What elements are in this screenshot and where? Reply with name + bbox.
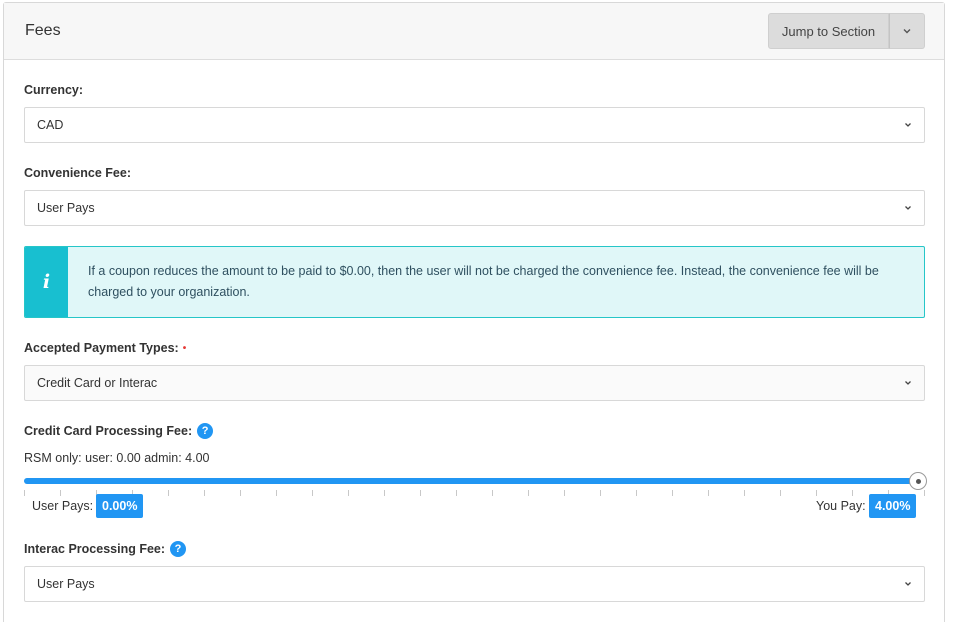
slider-tick	[348, 490, 349, 496]
chevron-down-icon	[905, 206, 911, 210]
panel-title: Fees	[25, 22, 61, 39]
slider-tick	[672, 490, 673, 496]
credit-card-fee-label: Credit Card Processing Fee: ?	[24, 423, 214, 439]
slider-tick	[204, 490, 205, 496]
chevron-down-icon	[905, 381, 911, 385]
info-text: If a coupon reduces the amount to be pai…	[88, 264, 879, 299]
slider-tick	[492, 490, 493, 496]
convenience-fee-label-text: Convenience Fee:	[24, 166, 131, 180]
you-pay-value-badge: 4.00%	[869, 494, 917, 518]
convenience-fee-select[interactable]: User Pays	[24, 190, 925, 226]
slider-tick	[924, 490, 925, 496]
payment-types-label-text: Accepted Payment Types:	[24, 341, 179, 355]
interac-fee-label: Interac Processing Fee: ?	[24, 541, 187, 557]
slider-tick	[564, 490, 565, 496]
slider-tick	[708, 490, 709, 496]
slider-tick	[384, 490, 385, 496]
slider-tick	[24, 490, 25, 496]
currency-select[interactable]: CAD	[24, 107, 925, 143]
user-pays-value-badge: 0.00%	[96, 494, 144, 518]
chevron-down-icon	[905, 582, 911, 586]
slider-tick	[168, 490, 169, 496]
chevron-down-icon	[903, 29, 911, 34]
jump-to-section-group: Jump to Section	[768, 13, 925, 49]
slider-tick	[816, 490, 817, 496]
slider-tick	[780, 490, 781, 496]
slider-tick	[420, 490, 421, 496]
slider-tick	[852, 490, 853, 496]
interac-fee-select-value: User Pays	[37, 577, 95, 591]
slider-tick	[528, 490, 529, 496]
slider-tick	[276, 490, 277, 496]
slider-tick	[744, 490, 745, 496]
you-pay-label: You Pay:	[816, 499, 866, 513]
payment-types-select-value: Credit Card or Interac	[37, 376, 158, 390]
coupon-info-alert: i If a coupon reduces the amount to be p…	[24, 246, 925, 318]
convenience-fee-select-value: User Pays	[37, 201, 95, 215]
user-pays-label: User Pays:	[32, 499, 94, 513]
payment-types-label: Accepted Payment Types: •	[24, 341, 186, 355]
chevron-down-icon	[905, 123, 911, 127]
help-icon[interactable]: ?	[170, 541, 187, 557]
panel-header: Fees Jump to Section	[4, 3, 944, 60]
slider-tick	[240, 490, 241, 496]
payment-types-select[interactable]: Credit Card or Interac	[24, 365, 925, 401]
slider-tick	[600, 490, 601, 496]
rsm-note: RSM only: user: 0.00 admin: 4.00	[24, 451, 210, 465]
slider-tick	[60, 490, 61, 496]
credit-card-fee-label-text: Credit Card Processing Fee:	[24, 424, 193, 438]
interac-fee-label-text: Interac Processing Fee:	[24, 542, 166, 556]
currency-label: Currency:	[24, 83, 83, 97]
slider-tick	[312, 490, 313, 496]
slider-tick	[636, 490, 637, 496]
jump-to-section-button[interactable]: Jump to Section	[768, 13, 889, 49]
jump-to-section-dropdown-toggle[interactable]	[889, 13, 925, 49]
convenience-fee-label: Convenience Fee:	[24, 166, 131, 180]
interac-fee-select[interactable]: User Pays	[24, 566, 925, 602]
currency-select-value: CAD	[37, 118, 64, 132]
currency-label-text: Currency:	[24, 83, 84, 97]
slider-ticks	[24, 490, 926, 496]
slider-tick	[456, 490, 457, 496]
credit-card-fee-slider[interactable]	[24, 472, 927, 490]
slider-handle[interactable]	[909, 472, 927, 490]
info-icon: i	[25, 247, 68, 317]
help-icon[interactable]: ?	[197, 423, 214, 439]
required-marker: •	[182, 342, 187, 354]
slider-fill	[24, 478, 918, 484]
